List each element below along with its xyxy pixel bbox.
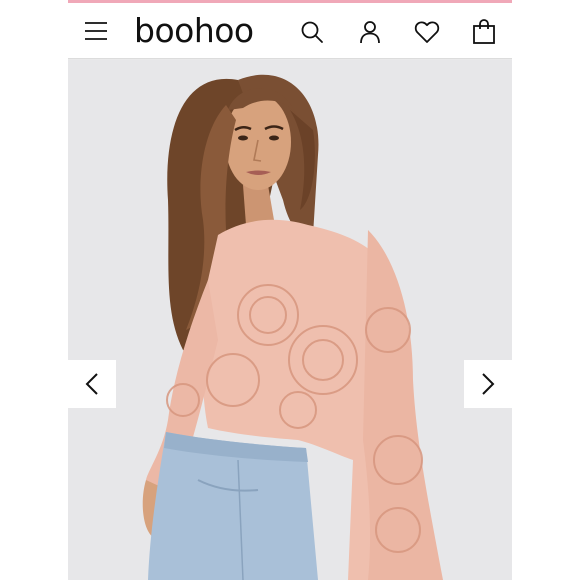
- shopping-bag-icon[interactable]: [472, 19, 496, 45]
- app-frame: boohoo: [68, 0, 512, 580]
- gallery-next-button[interactable]: [464, 360, 512, 408]
- brand-logo[interactable]: boohoo: [134, 11, 254, 51]
- hamburger-menu-icon[interactable]: [84, 19, 108, 43]
- chevron-right-icon: [482, 373, 495, 395]
- product-image[interactable]: [68, 60, 512, 580]
- user-icon[interactable]: [358, 20, 382, 44]
- model-photo: [68, 60, 512, 580]
- chevron-left-icon: [85, 373, 98, 395]
- heart-icon[interactable]: [414, 20, 440, 44]
- search-icon[interactable]: [300, 20, 324, 44]
- gallery-prev-button[interactable]: [68, 360, 116, 408]
- site-header: boohoo: [68, 3, 512, 59]
